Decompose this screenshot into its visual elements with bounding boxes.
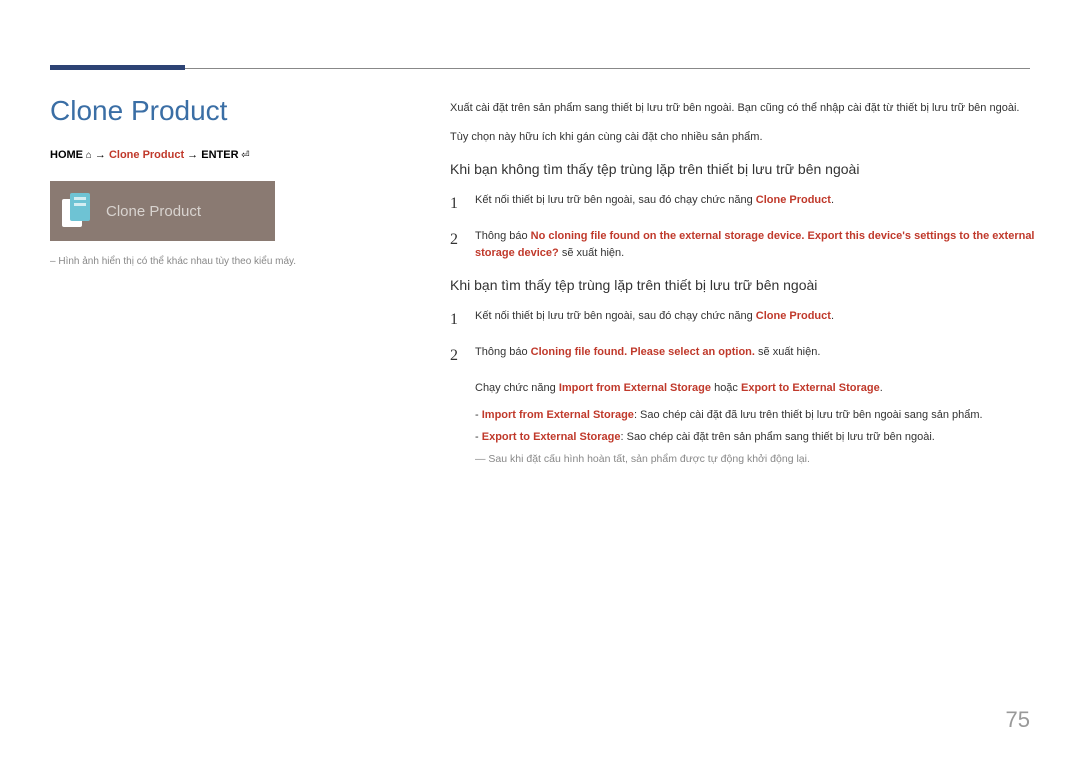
intro-paragraph: Tùy chọn này hữu ích khi gán cùng cài đặ… bbox=[450, 129, 1040, 146]
step-text: Kết nối thiết bị lưu trữ bên ngoài, sau … bbox=[475, 192, 1040, 216]
step-item: 1 Kết nối thiết bị lưu trữ bên ngoài, sa… bbox=[450, 308, 1040, 332]
section-heading: Khi bạn không tìm thấy tệp trùng lặp trê… bbox=[450, 159, 1040, 180]
clone-product-label: Clone Product bbox=[756, 310, 831, 322]
page-number: 75 bbox=[1006, 707, 1030, 733]
step-text: Thông báo Cloning file found. Please sel… bbox=[475, 344, 1040, 368]
step-number: 2 bbox=[450, 228, 475, 261]
header-accent bbox=[50, 65, 185, 70]
feature-tile: Clone Product bbox=[50, 181, 275, 241]
header-divider bbox=[50, 68, 1030, 69]
import-option-label: Import from External Storage bbox=[482, 409, 634, 421]
breadcrumb-item: Clone Product bbox=[109, 149, 184, 161]
intro-paragraph: Xuất cài đặt trên sản phẩm sang thiết bị… bbox=[450, 100, 1040, 117]
section-heading: Khi bạn tìm thấy tệp trùng lặp trên thiế… bbox=[450, 275, 1040, 296]
step-text: Thông báo No cloning file found on the e… bbox=[475, 228, 1040, 261]
tile-label: Clone Product bbox=[106, 203, 201, 220]
step-item: 2 Thông báo No cloning file found on the… bbox=[450, 228, 1040, 261]
breadcrumb-enter: ENTER bbox=[201, 149, 249, 161]
breadcrumb-home: HOME bbox=[50, 149, 92, 161]
export-option-label: Export to External Storage bbox=[482, 431, 621, 443]
step-number: 2 bbox=[450, 344, 475, 368]
left-column: Clone Product HOME → Clone Product → ENT… bbox=[50, 95, 410, 267]
step-number: 1 bbox=[450, 308, 475, 332]
step-text: Kết nối thiết bị lưu trữ bên ngoài, sau … bbox=[475, 308, 1040, 332]
clone-product-icon bbox=[62, 193, 92, 229]
right-column: Xuất cài đặt trên sản phẩm sang thiết bị… bbox=[450, 100, 1040, 467]
step-item: 1 Kết nối thiết bị lưu trữ bên ngoài, sa… bbox=[450, 192, 1040, 216]
page-title: Clone Product bbox=[50, 95, 410, 127]
run-instruction: Chạy chức năng Import from External Stor… bbox=[475, 380, 1040, 397]
sub-option: Export to External Storage: Sao chép cài… bbox=[475, 429, 1040, 446]
step-number: 1 bbox=[450, 192, 475, 216]
breadcrumb-arrow: → bbox=[92, 149, 109, 161]
export-option-label: Export to External Storage bbox=[741, 382, 880, 394]
breadcrumb-arrow: → bbox=[184, 149, 201, 161]
message-text: Cloning file found. Please select an opt… bbox=[531, 346, 755, 358]
breadcrumb: HOME → Clone Product → ENTER bbox=[50, 149, 410, 161]
image-caption: Hình ảnh hiển thị có thể khác nhau tùy t… bbox=[50, 256, 410, 267]
sub-option: Import from External Storage: Sao chép c… bbox=[475, 407, 1040, 424]
footnote: Sau khi đặt cấu hình hoàn tất, sản phẩm … bbox=[475, 452, 1040, 468]
clone-product-label: Clone Product bbox=[756, 194, 831, 206]
import-option-label: Import from External Storage bbox=[559, 382, 711, 394]
step-item: 2 Thông báo Cloning file found. Please s… bbox=[450, 344, 1040, 368]
